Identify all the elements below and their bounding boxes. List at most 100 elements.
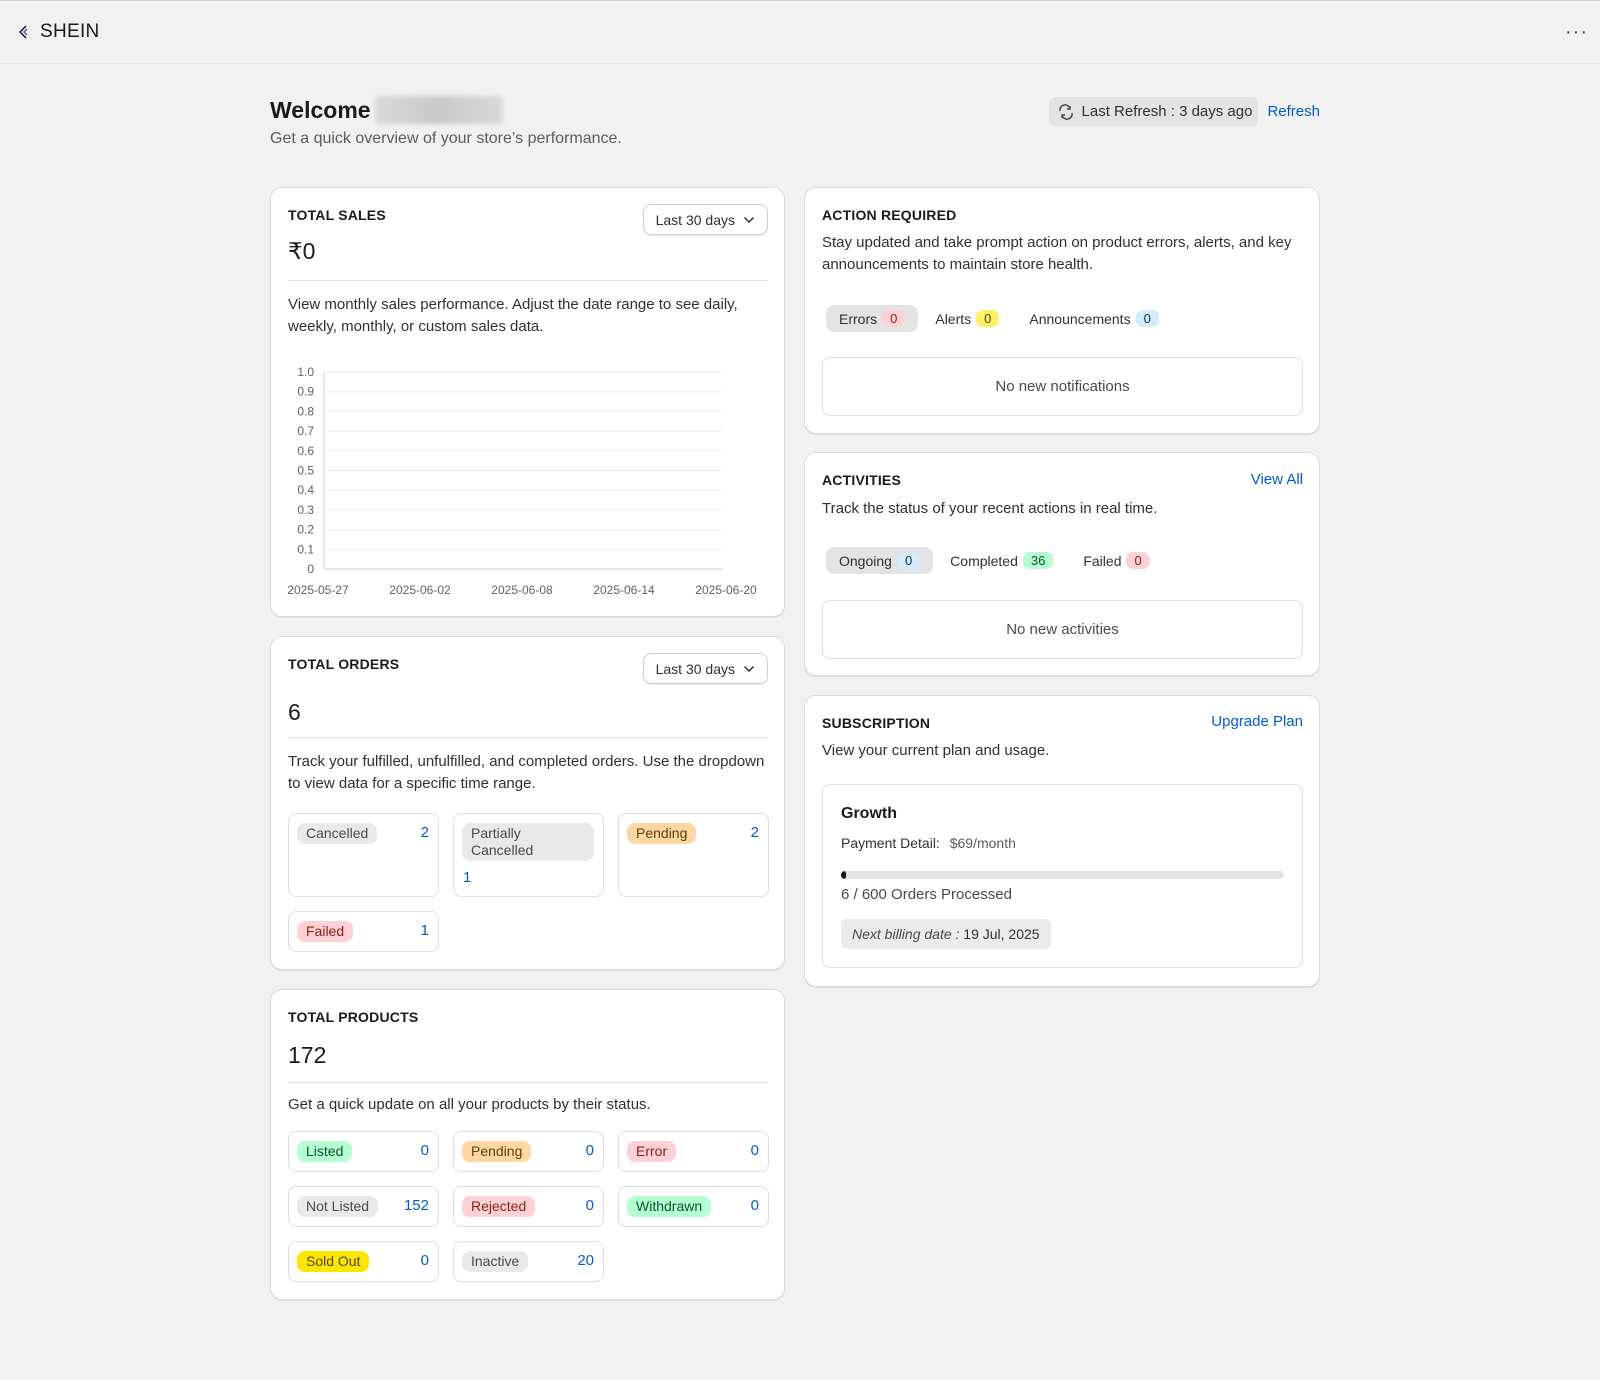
total-sales-card: TOTAL SALES Last 30 days ₹0 View monthly… [270,187,785,617]
product-tile-rejected[interactable]: Rejected 0 [453,1186,604,1227]
total-products-description: Get a quick update on all your products … [288,1096,651,1113]
tab-count: 0 [1135,310,1159,327]
tile-count: 0 [420,1142,429,1159]
tab-errors[interactable]: Errors 0 [826,305,919,332]
y-tick-label: 0.7 [297,424,314,438]
page-header: Welcome Get a quick overview of your sto… [270,96,1320,148]
refresh-link[interactable]: Refresh [1267,103,1320,120]
orders-date-range-dropdown[interactable]: Last 30 days [642,653,768,684]
tile-count: 0 [585,1197,594,1214]
product-tile-withdrawn[interactable]: Withdrawn 0 [618,1186,769,1227]
activity-tabs: Ongoing 0 Completed 36 Failed 0 [826,547,1167,574]
x-tick-label: 2025-06-08 [491,583,553,597]
tile-count: 0 [750,1142,759,1159]
orders-date-range-value: Last 30 days [655,660,735,677]
tab-failed[interactable]: Failed 0 [1070,547,1162,574]
orders-progress-bar [841,871,1284,879]
tab-label: Failed [1083,552,1122,569]
y-tick-label: 0.6 [297,444,314,458]
top-bar: SHEIN ··· [0,0,1600,64]
last-refresh-badge: Last Refresh : 3 days ago [1048,97,1259,126]
app-name: SHEIN [40,21,100,42]
order-tile-cancelled[interactable]: Cancelled 2 [288,813,439,897]
welcome-text: Welcome [270,96,371,123]
tile-count: 1 [463,869,472,886]
billing-label: Next billing date : [852,926,960,942]
tab-count: 0 [896,552,921,569]
tab-count: 0 [882,310,906,327]
tab-label: Announcements [1029,310,1131,327]
status-badge: Withdrawn [627,1196,712,1217]
tab-label: Completed [950,552,1018,569]
plan-name: Growth [841,805,897,822]
tab-label: Ongoing [839,552,892,569]
y-tick-label: 0.9 [297,385,314,399]
tile-count: 20 [577,1252,594,1269]
page-subtitle: Get a quick overview of your store’s per… [270,130,622,147]
notifications-empty-state: No new notifications [822,357,1303,416]
product-tile-listed[interactable]: Listed 0 [288,1131,439,1172]
orders-processed-text: 6 / 600 Orders Processed [841,886,1012,903]
status-badge: Partially Cancelled [462,823,594,861]
total-orders-value: 6 [288,699,301,725]
tab-announcements[interactable]: Announcements 0 [1016,305,1171,332]
tab-completed[interactable]: Completed 36 [937,547,1066,574]
y-tick-label: 0.2 [297,523,314,537]
y-tick-label: 0.4 [297,483,314,497]
notification-tabs: Errors 0 Alerts 0 Announcements 0 [826,305,1176,332]
tile-count: 1 [420,922,429,939]
tile-count: 0 [750,1197,759,1214]
chevron-down-icon [743,665,755,672]
subscription-card: SUBSCRIPTION Upgrade Plan View your curr… [804,695,1320,987]
product-tile-not-listed[interactable]: Not Listed 152 [288,1186,439,1227]
tile-count: 0 [585,1142,594,1159]
total-products-card: TOTAL PRODUCTS 172 Get a quick update on… [270,989,785,1300]
total-orders-card: TOTAL ORDERS Last 30 days 6 Track your f… [270,636,785,970]
tab-alerts[interactable]: Alerts 0 [922,305,1012,332]
y-tick-label: 0.5 [297,464,314,478]
status-badge: Cancelled [297,823,378,844]
view-all-link[interactable]: View All [1251,471,1303,488]
payment-value: $69/month [949,835,1016,851]
product-tile-pending[interactable]: Pending 0 [453,1131,604,1172]
activities-title: ACTIVITIES [822,472,902,488]
action-required-card: ACTION REQUIRED Stay updated and take pr… [804,187,1320,434]
status-badge: Sold Out [297,1251,370,1272]
sales-chart: 1.0 0.9 0.8 0.7 0.6 0.5 0.4 0.3 0.2 0.1 0 2025-05-2… [287,365,757,597]
tab-count: 36 [1022,552,1054,569]
total-orders-description: Track your fulfilled, unfulfilled, and c… [288,753,765,792]
shein-logo-icon [14,21,36,43]
action-required-description: Stay updated and take prompt action on p… [822,234,1292,273]
x-tick-label: 2025-06-20 [695,583,757,597]
sales-date-range-dropdown[interactable]: Last 30 days [642,204,768,235]
orders-progress-fill [841,871,847,879]
billing-date: 19 Jul, 2025 [963,926,1040,942]
tile-count: 0 [420,1252,429,1269]
product-tile-sold-out[interactable]: Sold Out 0 [288,1241,439,1282]
status-badge: Rejected [462,1196,536,1217]
next-billing-date: Next billing date : 19 Jul, 2025 [841,919,1051,949]
product-tile-inactive[interactable]: Inactive 20 [453,1241,604,1282]
tab-count: 0 [976,310,1000,327]
status-badge: Failed [297,921,354,942]
tile-count: 152 [403,1197,429,1214]
plan-details: Growth Payment Detail: $69/month 6 / 600… [822,784,1303,968]
total-orders-title: TOTAL ORDERS [288,656,400,672]
total-sales-value: ₹0 [288,238,316,264]
tab-ongoing[interactable]: Ongoing 0 [826,547,934,574]
product-tile-error[interactable]: Error 0 [618,1131,769,1172]
payment-detail: Payment Detail: $69/month [841,835,1016,851]
order-tile-failed[interactable]: Failed 1 [288,911,439,952]
status-badge: Listed [297,1141,353,1162]
status-badge: Pending [462,1141,532,1162]
refresh-icon [1058,103,1073,120]
status-badge: Not Listed [297,1196,379,1217]
order-tile-partially-cancelled[interactable]: Partially Cancelled 1 [453,813,604,897]
action-required-title: ACTION REQUIRED [822,207,957,223]
upgrade-plan-link[interactable]: Upgrade Plan [1211,713,1303,730]
status-badge: Pending [627,823,697,844]
chevron-down-icon [743,216,755,223]
tile-count: 2 [750,824,759,841]
more-actions-button[interactable]: ··· [1565,21,1588,44]
order-tile-pending[interactable]: Pending 2 [618,813,769,897]
